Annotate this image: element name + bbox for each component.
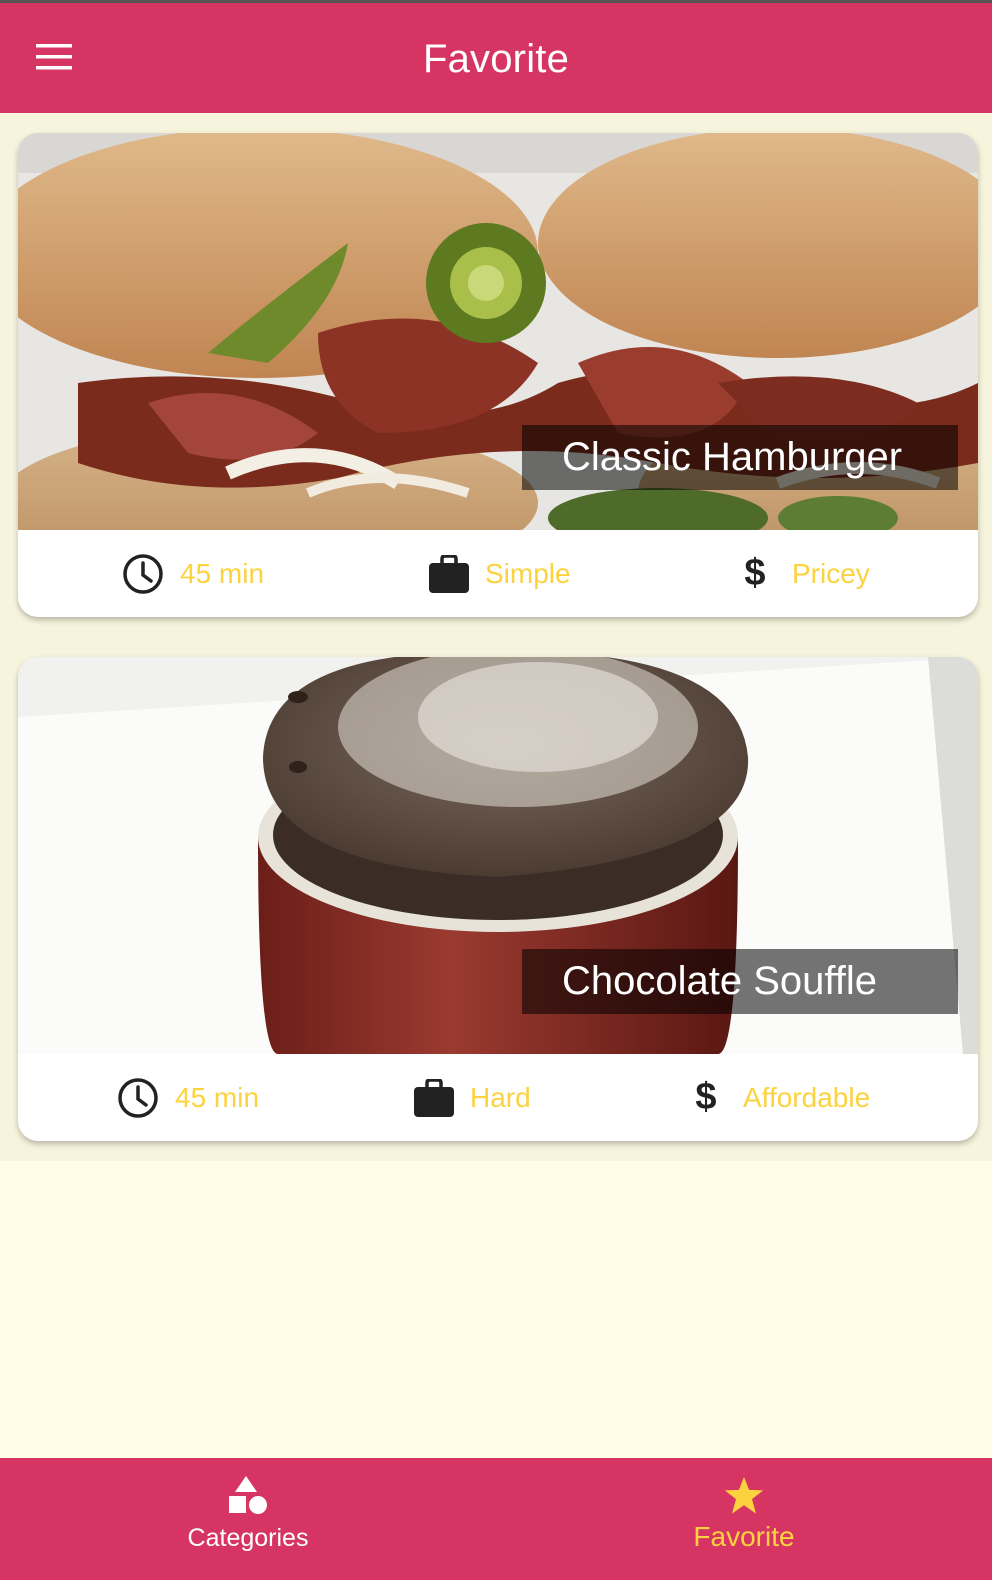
duration-info: 45 min	[122, 530, 264, 617]
nav-label-favorite: Favorite	[693, 1521, 795, 1552]
affordability-text: Affordable	[743, 1081, 871, 1113]
meal-card[interactable]: Classic Hamburger 45 min Simple $ Pricey	[18, 133, 978, 617]
page-title: Favorite	[422, 37, 570, 81]
duration-text: 45 min	[180, 557, 265, 589]
shapes-icon	[0, 1476, 496, 1516]
meal-title: Classic Hamburger	[522, 425, 958, 490]
meal-meta-row: 45 min Simple $ Pricey	[18, 530, 978, 617]
duration-info: 45 min	[117, 1054, 259, 1141]
nav-item-categories[interactable]: Categories	[0, 1458, 496, 1580]
clock-icon	[122, 553, 164, 595]
meal-list: Classic Hamburger 45 min Simple $ Pricey…	[0, 113, 992, 1161]
nav-item-favorite[interactable]: Favorite	[496, 1458, 992, 1580]
affordability-info: $ Affordable	[689, 1054, 870, 1141]
dollar-icon: $	[744, 552, 766, 594]
complexity-text: Simple	[485, 557, 571, 589]
meal-list-item: Chocolate Souffle 45 min Hard $ Affordab…	[0, 637, 992, 1161]
meal-title: Chocolate Souffle	[522, 949, 958, 1014]
affordability-text: Pricey	[792, 557, 870, 589]
meal-meta-row: 45 min Hard $ Affordable	[18, 1054, 978, 1141]
meal-list-item: Classic Hamburger 45 min Simple $ Pricey	[0, 113, 992, 637]
complexity-info: Hard	[414, 1054, 531, 1141]
app-bar: Favorite	[0, 3, 992, 113]
nav-label-categories: Categories	[187, 1524, 309, 1552]
meal-card[interactable]: Chocolate Souffle 45 min Hard $ Affordab…	[18, 657, 978, 1141]
affordability-info: $ Pricey	[738, 530, 870, 617]
dollar-icon: $	[695, 1076, 717, 1118]
bottom-navigation: Categories Favorite	[0, 1458, 992, 1580]
complexity-info: Simple	[429, 530, 571, 617]
clock-icon	[117, 1077, 159, 1119]
complexity-text: Hard	[470, 1081, 531, 1113]
briefcase-icon	[429, 554, 469, 593]
duration-text: 45 min	[175, 1081, 260, 1113]
briefcase-icon	[414, 1078, 454, 1117]
star-icon	[496, 1476, 992, 1516]
